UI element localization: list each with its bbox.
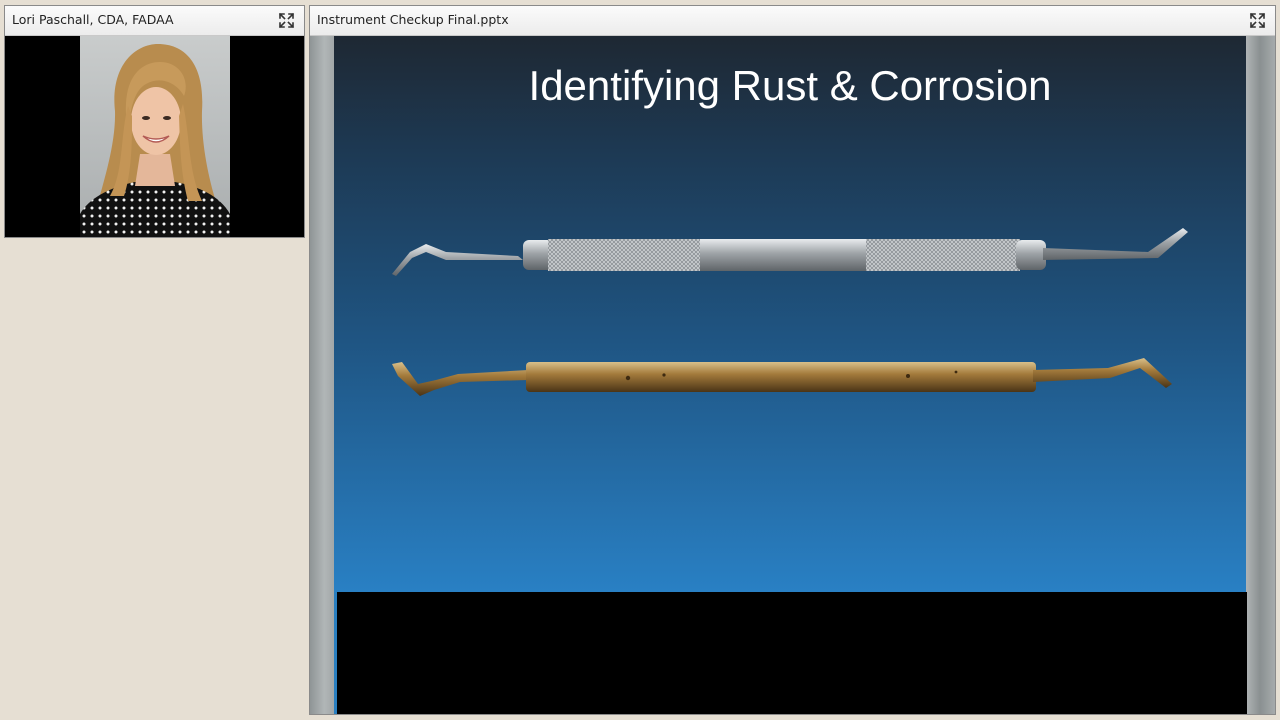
slide-title: Identifying Rust & Corrosion [528, 62, 1052, 109]
rusted-corroded-instrument [392, 358, 1172, 396]
expand-icon[interactable] [1249, 12, 1266, 29]
presenter-name: Lori Paschall, CDA, FADAA [12, 12, 174, 27]
slide-bottom-black-bar [337, 592, 1247, 714]
presenter-titlebar: Lori Paschall, CDA, FADAA [5, 6, 304, 36]
presenter-photo [80, 36, 230, 237]
presentation-titlebar: Instrument Checkup Final.pptx [310, 6, 1275, 36]
presenter-video [5, 36, 304, 237]
presentation-filename: Instrument Checkup Final.pptx [317, 12, 509, 27]
slide-frame-right [1245, 36, 1275, 714]
presentation-panel: Instrument Checkup Final.pptx Identifyin… [309, 5, 1276, 715]
clean-stainless-instrument [392, 228, 1188, 276]
slide-viewer: Identifying Rust & Corrosion [310, 36, 1275, 714]
slide: Identifying Rust & Corrosion [334, 36, 1246, 592]
expand-icon[interactable] [278, 12, 295, 29]
presenter-panel: Lori Paschall, CDA, FADAA [4, 5, 305, 238]
slide-frame-left [310, 36, 334, 714]
